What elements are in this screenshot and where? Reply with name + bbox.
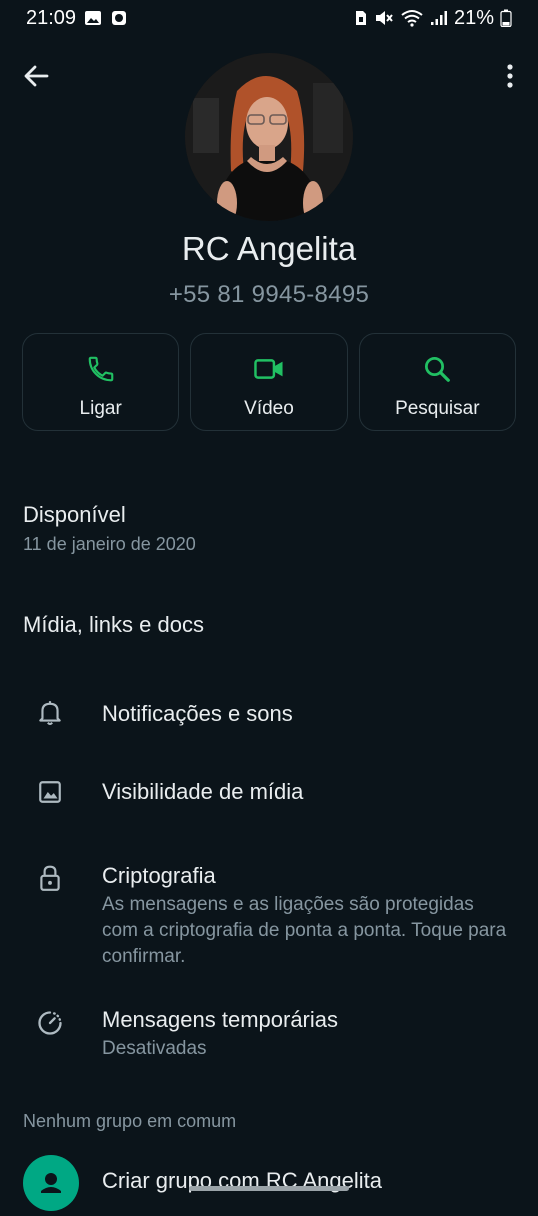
battery-percent: 21% [453,6,494,29]
search-label: Pesquisar [395,398,480,419]
setting-notifications-title: Notificações e sons [102,701,293,726]
arrow-back-icon [24,65,49,87]
wifi-icon [400,9,424,27]
about-date: 11 de janeiro de 2020 [23,534,196,554]
search-icon [422,352,452,386]
setting-encryption-title: Criptografia [102,863,216,888]
about-status[interactable]: Disponível [23,502,126,528]
status-bar: 21:09 21% [0,0,538,36]
bell-icon [36,699,64,727]
gesture-nav-handle[interactable] [189,1186,349,1191]
app-notification-icon [110,9,128,27]
battery-icon [500,9,512,27]
sim-icon [354,9,368,27]
call-label: Ligar [79,398,122,419]
media-links-docs[interactable]: Mídia, links e docs [23,612,204,638]
search-button[interactable]: Pesquisar [358,333,516,431]
contact-phone: +55 81 9945-8495 [168,281,370,308]
action-buttons: Ligar Vídeo Pesquisar [22,333,516,431]
setting-disappearing-subtitle: Desativadas [102,1038,207,1059]
timer-icon [36,1009,64,1037]
more-vert-icon [507,64,513,88]
group-add-icon [23,1155,79,1211]
gallery-notification-icon [84,10,102,26]
setting-media-visibility-title: Visibilidade de mídia [102,779,304,804]
setting-encryption[interactable]: Criptografia As mensagens e as ligações … [0,858,538,968]
back-button[interactable] [18,58,54,94]
setting-disappearing-title: Mensagens temporárias [102,1007,339,1032]
more-options-button[interactable] [496,58,524,94]
setting-disappearing-messages[interactable]: Mensagens temporárias Desativadas [0,1002,538,1066]
setting-media-visibility[interactable]: Visibilidade de mídia [0,774,538,814]
video-icon [253,352,285,386]
contact-avatar[interactable] [185,53,353,221]
image-icon [36,778,64,806]
video-button[interactable]: Vídeo [190,333,348,431]
signal-icon [430,10,448,26]
groups-in-common-header: Nenhum grupo em comum [23,1111,237,1131]
lock-icon [36,864,64,892]
mute-icon [374,9,394,27]
create-group-row[interactable]: Criar grupo com RC Angelita [0,1150,538,1211]
profile-photo [185,53,353,221]
contact-name: RC Angelita [181,230,357,267]
setting-notifications[interactable]: Notificações e sons [0,696,538,736]
setting-encryption-subtitle: As mensagens e as ligações são protegida… [102,894,507,967]
phone-icon [86,352,116,386]
video-label: Vídeo [244,398,294,419]
status-time: 21:09 [26,6,77,29]
call-button[interactable]: Ligar [22,333,180,431]
